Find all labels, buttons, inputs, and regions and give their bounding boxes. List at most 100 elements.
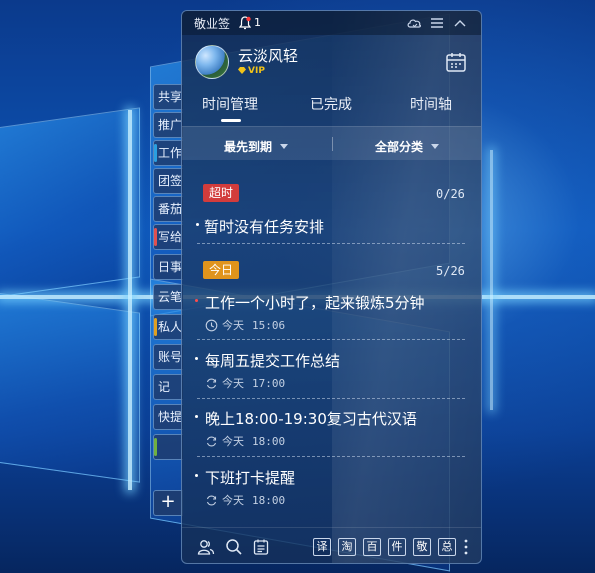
- side-tab-label: 团签: [158, 174, 183, 188]
- side-tab-label: 推广: [158, 118, 183, 132]
- app-title: 敬业签: [194, 17, 231, 31]
- vip-label: VIP: [248, 66, 265, 76]
- active-tab-indicator: [221, 119, 241, 122]
- task-time: 18:00: [252, 494, 286, 507]
- side-tab[interactable]: 账号: [153, 344, 183, 370]
- today-count: 5/26: [436, 264, 465, 278]
- task-day: 今天: [222, 435, 244, 448]
- side-tab[interactable]: 推广: [153, 112, 183, 138]
- quick-translate-button[interactable]: 译: [313, 538, 331, 556]
- category-dropdown[interactable]: 全部分类: [375, 138, 440, 155]
- tab-timeline[interactable]: 时间轴: [410, 94, 452, 114]
- search-icon[interactable]: [225, 538, 243, 556]
- glass-sheen: [332, 11, 481, 563]
- tab-completed[interactable]: 已完成: [310, 94, 352, 114]
- task-day: 今天: [222, 319, 244, 332]
- quick-baidu-button[interactable]: 百: [363, 538, 381, 556]
- empty-state-text: 暂时没有任务安排: [204, 218, 325, 236]
- side-tab-label: 私人: [158, 320, 183, 334]
- contacts-icon[interactable]: [197, 538, 215, 556]
- vip-badge: VIP: [238, 66, 265, 76]
- light-beam: [490, 150, 493, 410]
- divider: [197, 243, 465, 244]
- bottom-toolbar: 译 淘 百 件 敬 总: [182, 527, 481, 563]
- color-marker: [154, 318, 157, 336]
- side-tab[interactable]: 私人: [153, 314, 183, 340]
- notes-icon[interactable]: [252, 538, 270, 556]
- color-marker: [154, 438, 157, 456]
- category-label: 全部分类: [375, 140, 424, 154]
- side-tab-label: 记: [158, 380, 171, 394]
- diamond-icon: [238, 67, 246, 74]
- username: 云淡风轻: [238, 47, 299, 65]
- side-tab[interactable]: 记: [153, 374, 183, 400]
- side-tab[interactable]: 团签: [153, 168, 183, 194]
- task-title: 每周五提交工作总结: [205, 352, 341, 370]
- avatar[interactable]: [195, 45, 229, 79]
- task-reminder: 今天 15:06: [205, 317, 285, 333]
- task-title: 工作一个小时了，起来锻炼5分钟: [205, 294, 425, 312]
- chevron-down-icon: [280, 144, 289, 149]
- notification-count: 1: [254, 16, 261, 29]
- quick-express-button[interactable]: 件: [388, 538, 406, 556]
- divider: [197, 398, 465, 399]
- overdue-badge: 超时: [203, 184, 240, 202]
- overdue-count: 0/26: [436, 187, 465, 201]
- divider: [197, 456, 465, 457]
- color-marker: [154, 144, 157, 162]
- side-tab[interactable]: 番茄: [153, 196, 183, 222]
- collapse-icon[interactable]: [452, 15, 468, 31]
- quick-taobao-button[interactable]: 淘: [338, 538, 356, 556]
- task-time: 15:06: [252, 319, 286, 332]
- repeat-icon: [206, 378, 217, 389]
- task-title: 晚上18:00-19:30复习古代汉语: [205, 410, 417, 428]
- side-tab[interactable]: [153, 434, 183, 460]
- side-tab[interactable]: 工作: [153, 140, 183, 166]
- side-tab-label: 日事: [158, 260, 183, 274]
- side-tab[interactable]: 写给: [153, 224, 183, 250]
- side-tab-label: 番茄: [158, 202, 183, 216]
- quick-summary-button[interactable]: 总: [438, 538, 456, 556]
- task-reminder: 今天 18:00: [205, 492, 285, 508]
- menu-icon[interactable]: [429, 15, 445, 31]
- quick-jingye-button[interactable]: 敬: [413, 538, 431, 556]
- sort-dropdown[interactable]: 最先到期: [224, 138, 289, 155]
- bell-icon[interactable]: [239, 16, 251, 30]
- bullet: [195, 474, 198, 477]
- side-tab-label: 账号: [158, 350, 183, 364]
- bullet: [195, 415, 198, 418]
- logo-pane: [0, 107, 140, 303]
- bullet: [196, 223, 199, 226]
- color-marker: [154, 228, 157, 246]
- divider: [332, 137, 333, 151]
- side-tab[interactable]: 快提: [153, 404, 183, 430]
- divider: [197, 339, 465, 340]
- side-tab[interactable]: 日事: [153, 254, 183, 280]
- clock-icon: [205, 319, 218, 332]
- repeat-icon: [206, 495, 217, 506]
- side-tab-label: 写给: [158, 230, 183, 244]
- sort-label: 最先到期: [224, 140, 273, 154]
- task-reminder: 今天 17:00: [205, 375, 285, 391]
- side-tab-label: 工作: [158, 146, 183, 160]
- bullet: [195, 299, 198, 302]
- more-icon[interactable]: [464, 538, 468, 556]
- logo-pane: [0, 287, 140, 483]
- add-category-button[interactable]: +: [153, 490, 183, 516]
- task-title: 下班打卡提醒: [205, 469, 296, 487]
- task-reminder: 今天 18:00: [205, 433, 285, 449]
- side-tab[interactable]: 共享: [153, 84, 183, 110]
- task-day: 今天: [222, 377, 244, 390]
- filter-bar: 最先到期 全部分类: [182, 126, 481, 160]
- calendar-icon[interactable]: [445, 51, 467, 73]
- chevron-down-icon: [431, 144, 440, 149]
- title-bar[interactable]: 敬业签 1: [182, 11, 481, 35]
- cloud-sync-icon[interactable]: [406, 15, 422, 31]
- side-tab-label: 共享: [158, 90, 183, 104]
- tab-time-management[interactable]: 时间管理: [202, 94, 258, 114]
- task-day: 今天: [222, 494, 244, 507]
- side-tab-label: 云笔: [158, 290, 183, 304]
- side-tab[interactable]: 云笔: [153, 284, 183, 310]
- bullet: [195, 357, 198, 360]
- light-beam: [128, 110, 132, 490]
